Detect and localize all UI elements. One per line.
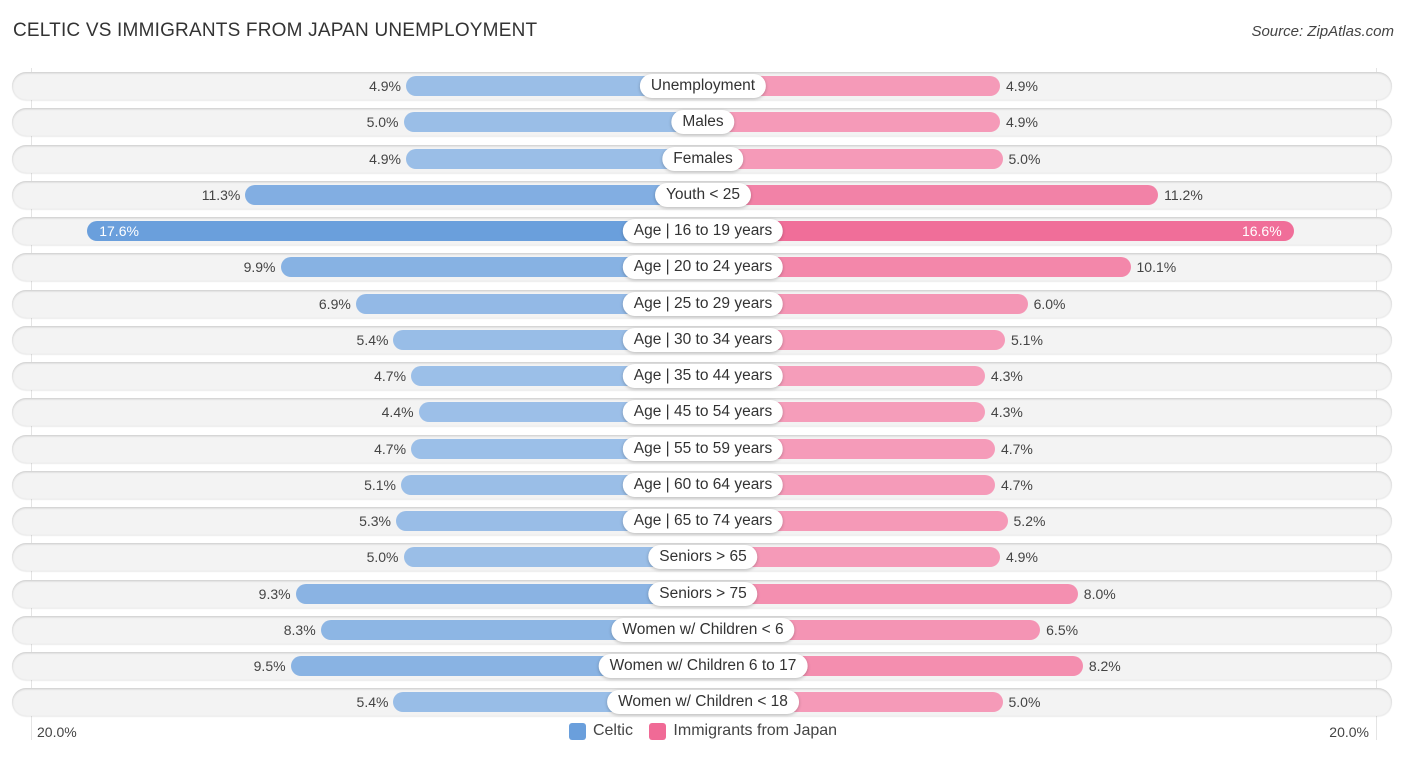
value-label-celtic: 9.5%: [253, 658, 286, 674]
value-label-celtic: 5.0%: [366, 549, 399, 566]
legend-item-japan: Immigrants from Japan: [649, 722, 837, 740]
category-label: Age | 45 to 54 years: [622, 400, 784, 425]
value-label-japan: 5.0%: [1008, 694, 1041, 711]
value-label-celtic: 5.4%: [356, 694, 389, 711]
legend: Celtic Immigrants from Japan: [0, 722, 1406, 745]
value-label-japan: 4.7%: [1000, 440, 1033, 457]
value-label-japan: 4.9%: [1005, 114, 1038, 131]
category-label: Women w/ Children < 6: [611, 617, 795, 642]
bar-celtic-youth-25: [245, 184, 703, 205]
category-label: Unemployment: [639, 74, 767, 98]
value-label-celtic: 5.0%: [366, 114, 399, 131]
value-label-celtic: 4.9%: [369, 150, 402, 167]
category-label: Seniors > 65: [648, 545, 758, 570]
bar-celtic-age-16-to-19-years: [87, 221, 703, 241]
value-label-japan: 5.2%: [1013, 513, 1046, 529]
category-label: Seniors > 75: [648, 581, 758, 606]
bar-japan-males: [703, 112, 1000, 133]
category-label: Age | 16 to 19 years: [622, 219, 784, 243]
bar-japan-age-16-to-19-years: [703, 221, 1294, 241]
value-label-celtic: 5.1%: [364, 476, 396, 493]
value-label-japan: 8.2%: [1088, 658, 1121, 674]
value-label-celtic: 9.9%: [243, 259, 276, 276]
bar-japan-seniors-75: [703, 583, 1078, 604]
category-label: Women w/ Children < 18: [607, 690, 799, 715]
legend-swatch-celtic: [568, 722, 586, 740]
bar-japan-females: [703, 148, 1003, 169]
legend-label-japan: Immigrants from Japan: [673, 722, 838, 739]
value-label-celtic: 5.4%: [356, 331, 389, 348]
category-label: Age | 60 to 64 years: [622, 472, 784, 497]
value-label-japan: 6.5%: [1046, 621, 1079, 638]
bar-celtic-males: [403, 112, 703, 133]
value-label-celtic: 4.7%: [374, 440, 407, 457]
value-label-celtic: 9.3%: [258, 585, 291, 602]
bar-japan-youth-25: [703, 184, 1159, 205]
value-label-celtic: 17.6%: [99, 223, 139, 239]
value-label-japan: 4.3%: [990, 404, 1023, 421]
value-label-celtic: 4.9%: [369, 78, 402, 94]
value-label-celtic: 5.3%: [359, 513, 391, 529]
value-label-celtic: 4.7%: [374, 368, 407, 384]
bar-celtic-females: [406, 148, 703, 169]
legend-item-celtic: Celtic: [568, 722, 633, 740]
value-label-japan: 11.2%: [1164, 186, 1203, 203]
category-label: Age | 25 to 29 years: [622, 291, 784, 316]
category-label: Age | 65 to 74 years: [622, 509, 784, 533]
bar-celtic-seniors-75: [295, 583, 703, 604]
category-label: Age | 55 to 59 years: [622, 436, 784, 461]
category-label: Age | 35 to 44 years: [622, 364, 784, 388]
category-label: Age | 30 to 34 years: [622, 327, 784, 352]
value-label-japan: 10.1%: [1136, 259, 1177, 276]
value-label-japan: 5.1%: [1011, 331, 1043, 348]
category-label: Women w/ Children 6 to 17: [598, 654, 808, 678]
value-label-japan: 16.6%: [1241, 223, 1282, 239]
legend-label-celtic: Celtic: [592, 722, 633, 739]
value-label-celtic: 8.3%: [283, 621, 316, 638]
category-label: Females: [662, 146, 744, 171]
value-label-japan: 6.0%: [1033, 295, 1066, 312]
legend-swatch-japan: [649, 722, 667, 740]
value-label-japan: 8.0%: [1083, 585, 1116, 602]
category-label: Age | 20 to 24 years: [622, 255, 784, 280]
value-label-japan: 4.9%: [1005, 549, 1038, 566]
value-label-japan: 5.0%: [1008, 150, 1041, 167]
category-label: Males: [671, 110, 735, 135]
category-label: Youth < 25: [655, 182, 751, 207]
value-label-celtic: 4.4%: [381, 404, 414, 421]
value-label-japan: 4.9%: [1005, 78, 1038, 94]
value-label-celtic: 11.3%: [201, 186, 241, 203]
value-label-celtic: 6.9%: [318, 295, 351, 312]
value-label-japan: 4.3%: [990, 368, 1023, 384]
value-label-japan: 4.7%: [1000, 476, 1033, 493]
chart-rows: 4.9% 4.9% Unemployment 5.0% 4.9% Males 4.9% 5.0…: [0, 0, 1406, 757]
